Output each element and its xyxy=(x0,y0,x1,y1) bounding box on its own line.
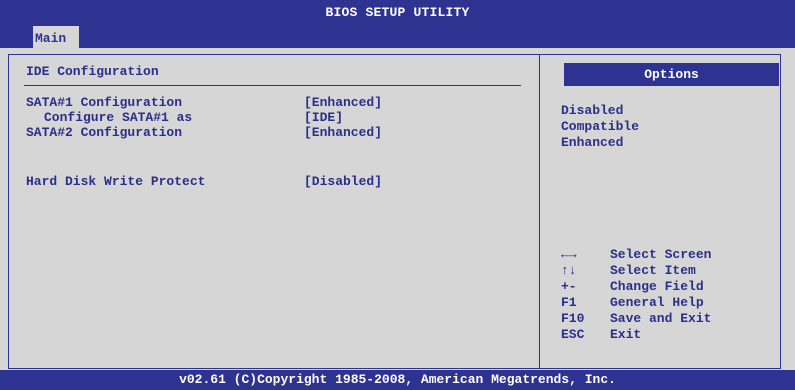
help-key-f10: F10 xyxy=(561,311,585,326)
app-title: BIOS SETUP UTILITY xyxy=(325,5,470,20)
section-underline xyxy=(24,85,521,86)
setting-label-sata1-configuration[interactable]: SATA#1 Configuration xyxy=(26,95,182,111)
help-desc-exit: Exit xyxy=(610,327,642,342)
help-key-left-right-arrows: ←→ xyxy=(561,247,577,262)
tab-main[interactable]: Main xyxy=(33,26,79,48)
help-desc-change-field: Change Field xyxy=(610,279,704,294)
setting-label-configure-sata1-as[interactable]: Configure SATA#1 as xyxy=(44,110,192,126)
help-key-plus-minus: +- xyxy=(561,279,577,294)
option-enhanced: Enhanced xyxy=(561,135,624,150)
help-key-up-down-arrows: ↑↓ xyxy=(561,263,577,278)
help-desc-select-item: Select Item xyxy=(610,263,696,278)
setting-value-sata1-configuration[interactable]: [Enhanced] xyxy=(304,95,382,111)
help-desc-general-help: General Help xyxy=(610,295,704,310)
option-disabled: Disabled xyxy=(561,103,624,118)
footer-copyright: v02.61 (C)Copyright 1985-2008, American … xyxy=(0,370,795,390)
help-desc-select-screen: Select Screen xyxy=(610,247,712,262)
setting-value-sata2-configuration[interactable]: [Enhanced] xyxy=(304,125,382,141)
setting-label-sata2-configuration[interactable]: SATA#2 Configuration xyxy=(26,125,182,141)
option-compatible: Compatible xyxy=(561,119,640,134)
help-key-f1: F1 xyxy=(561,295,577,310)
setting-value-configure-sata1-as[interactable]: [IDE] xyxy=(304,110,343,126)
options-header: Options xyxy=(564,63,779,86)
section-title: IDE Configuration xyxy=(26,64,159,79)
setting-value-hard-disk-write-protect[interactable]: [Disabled] xyxy=(304,174,382,190)
help-desc-save-and-exit: Save and Exit xyxy=(610,311,712,326)
setting-label-hard-disk-write-protect[interactable]: Hard Disk Write Protect xyxy=(26,174,205,190)
help-key-esc: ESC xyxy=(561,327,585,342)
panel-divider xyxy=(539,54,540,369)
